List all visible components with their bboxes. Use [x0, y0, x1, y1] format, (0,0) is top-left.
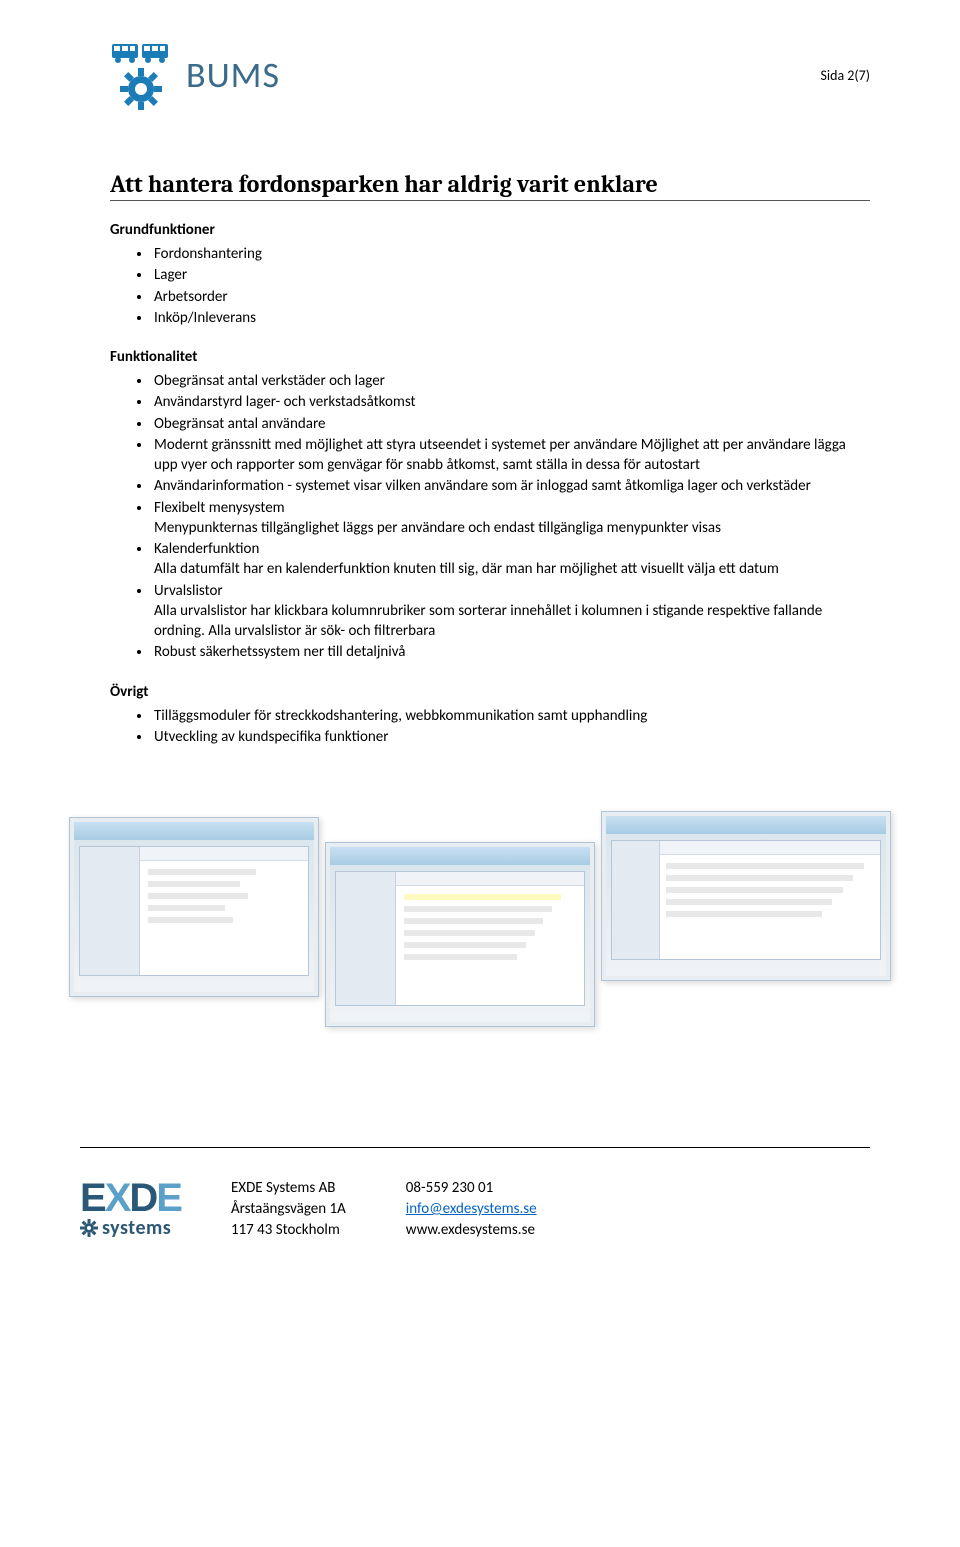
exde-logo-subtitle: systems — [80, 1216, 181, 1240]
footer-columns: EXDE Systems AB Årstaängsvägen 1A 117 43… — [231, 1178, 537, 1241]
list-item: Inköp/Inleverans — [152, 308, 870, 328]
list-item: Utveckling av kundspecifika funktioner — [152, 727, 870, 747]
section-heading: Övrigt — [110, 683, 870, 701]
logo-letter: E — [156, 1176, 181, 1220]
footer-website: www.exdesystems.se — [406, 1220, 537, 1241]
logo-letter: D — [129, 1176, 156, 1220]
footer-city: 117 43 Stockholm — [231, 1220, 346, 1241]
footer-col-address: EXDE Systems AB Årstaängsvägen 1A 117 43… — [231, 1178, 346, 1241]
list-item: Tilläggsmoduler för streckkodshantering,… — [152, 706, 870, 726]
list-item: Arbetsorder — [152, 287, 870, 307]
bullet-list: Tilläggsmoduler för streckkodshantering,… — [152, 706, 870, 748]
list-item: Lager — [152, 265, 870, 285]
section-grundfunktioner: Grundfunktioner Fordonshantering Lager A… — [110, 221, 870, 328]
page-header: BUMS Sida 2(7) — [110, 40, 870, 110]
list-item: Obegränsat antal användare — [152, 414, 870, 434]
bus-icon — [110, 40, 172, 68]
section-ovrigt: Övrigt Tilläggsmoduler för streckkodshan… — [110, 683, 870, 748]
bums-logo-icon — [110, 40, 172, 110]
footer-company: EXDE Systems AB — [231, 1178, 346, 1199]
screenshot-image — [325, 842, 595, 1027]
screenshot-row — [60, 817, 900, 1027]
logo-subtext: systems — [102, 1216, 171, 1240]
gear-small-icon — [80, 1219, 98, 1237]
gear-icon — [110, 68, 172, 110]
footer-email-link[interactable]: info@exdesystems.se — [406, 1200, 537, 1218]
list-item: Användarinformation - systemet visar vil… — [152, 476, 870, 496]
logo-letter: E — [80, 1176, 105, 1220]
footer-divider — [80, 1147, 870, 1148]
footer-phone: 08-559 230 01 — [406, 1178, 537, 1199]
list-item: Obegränsat antal verkstäder och lager — [152, 371, 870, 391]
list-item: Flexibelt menysystemMenypunkternas tillg… — [152, 498, 870, 539]
bullet-list: Obegränsat antal verkstäder och lager An… — [152, 371, 870, 663]
section-heading: Funktionalitet — [110, 348, 870, 366]
exde-logo: EXDE systems — [80, 1180, 181, 1240]
page-title: Att hantera fordonsparken har aldrig var… — [110, 170, 870, 201]
section-heading: Grundfunktioner — [110, 221, 870, 239]
page-number: Sida 2(7) — [820, 67, 870, 84]
list-item: Robust säkerhetssystem ner till detaljni… — [152, 642, 870, 662]
logo-text: BUMS — [186, 53, 280, 97]
logo-section: BUMS — [110, 40, 280, 110]
page-footer: EXDE systems EXDE Sy — [80, 1178, 870, 1241]
footer-col-contact: 08-559 230 01 info@exdesystems.se www.ex… — [406, 1178, 537, 1241]
footer-street: Årstaängsvägen 1A — [231, 1199, 346, 1220]
exde-logo-text: EXDE — [80, 1180, 181, 1216]
bullet-list: Fordonshantering Lager Arbetsorder Inköp… — [152, 244, 870, 328]
list-item: UrvalslistorAlla urvalslistor har klickb… — [152, 581, 870, 642]
list-item: Fordonshantering — [152, 244, 870, 264]
section-funktionalitet: Funktionalitet Obegränsat antal verkstäd… — [110, 348, 870, 663]
list-item: Modernt gränssnitt med möjlighet att sty… — [152, 435, 870, 476]
screenshot-image — [601, 811, 891, 981]
list-item: KalenderfunktionAlla datumfält har en ka… — [152, 539, 870, 580]
logo-letter: X — [105, 1176, 130, 1220]
screenshot-image — [69, 817, 319, 997]
list-item: Användarstyrd lager- och verkstadsåtkoms… — [152, 392, 870, 412]
